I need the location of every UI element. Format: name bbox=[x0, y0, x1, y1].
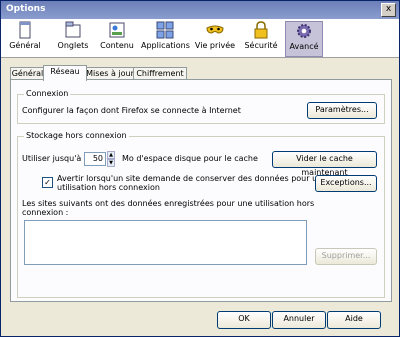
toolbar-item-general[interactable]: Général bbox=[5, 21, 45, 55]
cache-unit-label: Mo d'espace disque pour le cache bbox=[122, 154, 258, 163]
options-toolbar: Général Onglets Contenu Applications Vie… bbox=[1, 19, 399, 58]
close-button[interactable]: x bbox=[381, 3, 396, 17]
toolbar-label: Sécurité bbox=[244, 41, 278, 50]
connexion-group: Connexion Configurer la façon dont Firef… bbox=[17, 89, 385, 124]
offline-sites-label: Les sites suivants ont des données enreg… bbox=[22, 199, 315, 208]
offline-group-title: Stockage hors connexion bbox=[24, 131, 129, 140]
title-bar[interactable]: Options x bbox=[1, 1, 399, 19]
toolbar-item-security[interactable]: Sécurité bbox=[241, 21, 281, 55]
toolbar-item-advanced[interactable]: Avancé bbox=[285, 21, 323, 57]
warn-offline-checkbox[interactable]: ✓ bbox=[42, 177, 53, 188]
remove-button[interactable]: Supprimer... bbox=[315, 248, 377, 265]
connexion-description: Configurer la façon dont Firefox se conn… bbox=[22, 106, 241, 115]
tabs-icon bbox=[65, 21, 81, 38]
applications-icon bbox=[156, 21, 174, 39]
warn-offline-label-cont: utilisation hors connexion bbox=[57, 183, 160, 192]
spin-up-icon[interactable]: ▲ bbox=[107, 151, 115, 159]
window-title: Options bbox=[6, 4, 46, 14]
cancel-button[interactable]: Annuler bbox=[272, 311, 326, 329]
options-window: Options x Général Onglets Contenu Applic… bbox=[0, 0, 400, 337]
help-button[interactable]: Aide bbox=[327, 311, 381, 329]
toolbar-item-privacy[interactable]: Vie privée bbox=[193, 21, 237, 55]
connexion-group-title: Connexion bbox=[24, 89, 71, 98]
toolbar-label: Contenu bbox=[100, 41, 134, 50]
settings-button[interactable]: Paramètres... bbox=[307, 102, 377, 119]
offline-storage-group: Stockage hors connexion Utiliser jusqu'à… bbox=[17, 131, 385, 298]
check-icon: ✓ bbox=[44, 178, 51, 187]
privacy-mask-icon bbox=[206, 25, 224, 34]
cache-size-input[interactable]: 50 bbox=[84, 152, 106, 166]
content-icon bbox=[109, 22, 125, 38]
toolbar-label: Général bbox=[9, 41, 41, 50]
clear-cache-button[interactable]: Vider le cache maintenant bbox=[272, 151, 377, 177]
offline-sites-list[interactable] bbox=[24, 220, 307, 265]
warn-offline-label: Avertir lorsqu'un site demande de conser… bbox=[57, 174, 328, 183]
ok-button[interactable]: OK bbox=[217, 311, 271, 329]
gear-icon bbox=[297, 24, 311, 38]
tab-network[interactable]: Réseau bbox=[43, 65, 87, 81]
toolbar-label: Onglets bbox=[57, 41, 89, 50]
toolbar-item-tabs[interactable]: Onglets bbox=[53, 21, 93, 55]
toolbar-label: Vie privée bbox=[194, 41, 236, 50]
toolbar-label: Applications bbox=[141, 41, 190, 50]
padlock-icon bbox=[254, 21, 268, 39]
toolbar-item-applications[interactable]: Applications bbox=[141, 21, 190, 55]
cache-size-label: Utiliser jusqu'à bbox=[22, 154, 82, 163]
cache-size-stepper[interactable]: ▲ ▼ bbox=[107, 151, 115, 167]
offline-sites-label-cont: connexion : bbox=[22, 208, 69, 217]
spin-down-icon[interactable]: ▼ bbox=[107, 159, 115, 167]
toolbar-item-content[interactable]: Contenu bbox=[97, 21, 137, 55]
exceptions-button[interactable]: Exceptions... bbox=[315, 175, 377, 192]
network-panel: Connexion Configurer la façon dont Firef… bbox=[10, 79, 392, 302]
general-window-icon bbox=[19, 21, 31, 39]
toolbar-label: Avancé bbox=[289, 42, 319, 51]
